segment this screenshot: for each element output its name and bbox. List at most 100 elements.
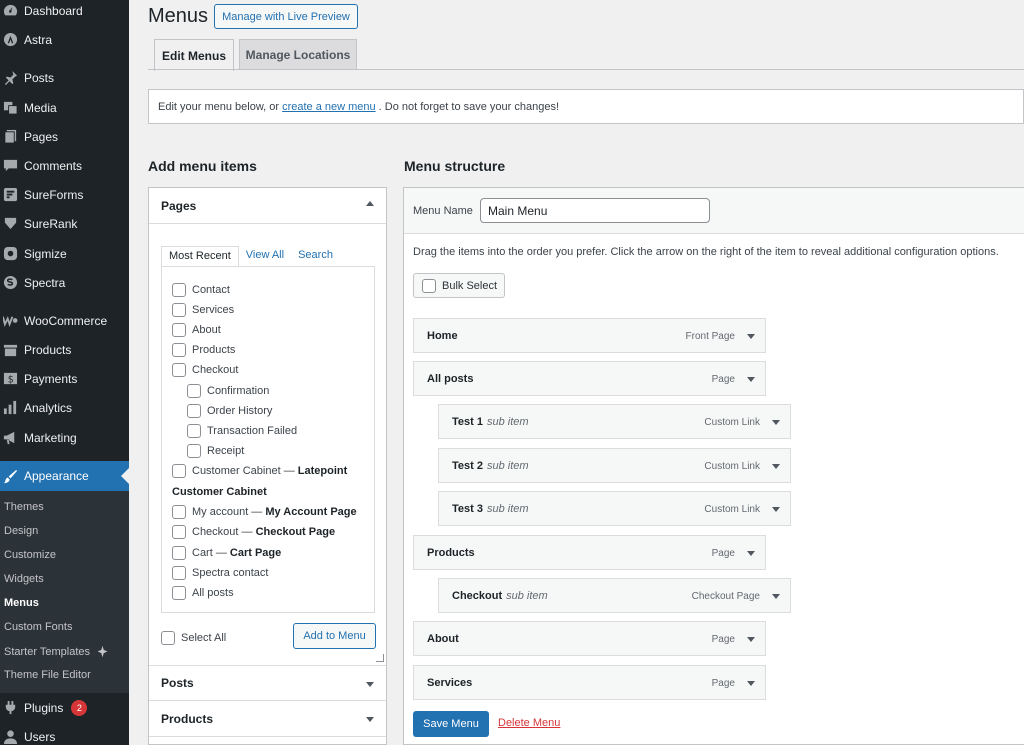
pages-tabs: Most Recent View All Search — [161, 246, 340, 267]
posts-accordion-header[interactable]: Posts — [149, 665, 386, 701]
menu-item-home[interactable]: Home Front Page — [413, 318, 766, 353]
item-toggle-arrow-icon[interactable] — [772, 420, 780, 425]
item-toggle-arrow-icon[interactable] — [747, 377, 755, 382]
page-checkbox[interactable] — [187, 444, 201, 458]
menu-item-type: Custom Link — [704, 461, 760, 472]
bulk-select-button[interactable]: Bulk Select — [413, 273, 505, 298]
sidebar-item-label: Posts — [24, 70, 55, 85]
menu-item-type: Page — [711, 548, 735, 559]
sidebar-item-posts[interactable]: Posts — [0, 63, 129, 92]
sidebar-item-marketing[interactable]: Marketing — [0, 423, 129, 452]
page-checkbox[interactable] — [172, 525, 186, 539]
submenu-theme-file-editor[interactable]: Theme File Editor — [4, 669, 91, 681]
page-checkbox[interactable] — [187, 384, 201, 398]
sidebar-item-appearance[interactable]: Appearance — [0, 461, 129, 491]
item-toggle-arrow-icon[interactable] — [747, 334, 755, 339]
menu-item-products[interactable]: Products Page — [413, 535, 766, 570]
pages-icon — [2, 129, 18, 145]
menu-item-test-1[interactable]: Test 1 sub item Custom Link — [438, 404, 791, 439]
edit-notice: Edit your menu below, or create a new me… — [148, 89, 1024, 124]
tab-most-recent[interactable]: Most Recent — [161, 246, 239, 267]
sidebar-item-payments[interactable]: $ Payments — [0, 364, 129, 393]
add-menu-items-heading: Add menu items — [148, 158, 257, 174]
sidebar-item-analytics[interactable]: Analytics — [0, 393, 129, 422]
sidebar-item-label: Spectra — [24, 275, 66, 290]
add-to-menu-button[interactable]: Add to Menu — [293, 623, 376, 649]
submenu-starter-templates[interactable]: Starter Templates — [4, 645, 109, 658]
menu-item-title: Test 2 sub item — [452, 460, 529, 472]
page-checkbox[interactable] — [172, 323, 186, 337]
page-checkbox[interactable] — [172, 505, 186, 519]
sidebar-item-products[interactable]: Products — [0, 335, 129, 364]
sidebar-item-spectra[interactable]: Spectra — [0, 268, 129, 297]
item-toggle-arrow-icon[interactable] — [772, 507, 780, 512]
tab-manage-locations[interactable]: Manage Locations — [239, 39, 357, 70]
page-checkbox[interactable] — [172, 283, 186, 297]
page-checkbox[interactable] — [172, 343, 186, 357]
page-checkbox[interactable] — [172, 546, 186, 560]
brush-icon — [2, 468, 18, 484]
resize-handle-icon[interactable] — [376, 654, 384, 662]
page-checkbox[interactable] — [172, 363, 186, 377]
submenu-customize[interactable]: Customize — [4, 549, 56, 561]
sidebar-item-astra[interactable]: Astra — [0, 25, 129, 54]
create-new-menu-link[interactable]: create a new menu — [282, 101, 376, 113]
sidebar-item-pages[interactable]: Pages — [0, 122, 129, 151]
menu-item-all-posts[interactable]: All posts Page — [413, 361, 766, 396]
bulk-select-checkbox[interactable] — [422, 278, 436, 293]
sidebar-item-label: Media — [24, 100, 57, 115]
page-checkbox[interactable] — [172, 303, 186, 317]
appearance-submenu: Themes Design Customize Widgets Menus Cu… — [0, 491, 129, 693]
page-checkbox[interactable] — [187, 404, 201, 418]
sidebar-item-label: Sigmize — [24, 246, 67, 261]
menu-name-input[interactable] — [480, 198, 710, 223]
menu-item-checkout[interactable]: Checkout sub item Checkout Page — [438, 578, 791, 613]
sidebar-item-sureforms[interactable]: SureForms — [0, 180, 129, 209]
sidebar-item-users[interactable]: Users — [0, 722, 129, 745]
tab-view-all[interactable]: View All — [239, 246, 291, 267]
menu-item-services[interactable]: Services Page — [413, 665, 766, 700]
tab-edit-menus[interactable]: Edit Menus — [154, 39, 234, 71]
menu-item-about[interactable]: About Page — [413, 621, 766, 656]
item-toggle-arrow-icon[interactable] — [747, 637, 755, 642]
item-toggle-arrow-icon[interactable] — [772, 464, 780, 469]
menu-item-type: Page — [711, 678, 735, 689]
submenu-menus[interactable]: Menus — [4, 597, 39, 609]
submenu-design[interactable]: Design — [4, 525, 38, 537]
pages-accordion-header[interactable]: Pages — [149, 188, 386, 224]
live-preview-button[interactable]: Manage with Live Preview — [214, 4, 358, 29]
tab-search[interactable]: Search — [291, 246, 340, 267]
submenu-widgets[interactable]: Widgets — [4, 573, 44, 585]
save-menu-button[interactable]: Save Menu — [413, 711, 489, 737]
page-checkbox[interactable] — [187, 424, 201, 438]
select-all-checkbox[interactable] — [161, 631, 175, 645]
notice-text-end: . Do not forget to save your changes! — [378, 100, 560, 113]
users-icon — [2, 729, 18, 745]
page-label: About — [192, 324, 221, 336]
accordion-title: Pages — [161, 198, 197, 213]
products-accordion-header[interactable]: Products — [149, 701, 386, 737]
item-toggle-arrow-icon[interactable] — [747, 681, 755, 686]
page-checkbox[interactable] — [172, 464, 186, 478]
sidebar-item-sigmize[interactable]: Sigmize — [0, 239, 129, 268]
sidebar-item-surerank[interactable]: SureRank — [0, 209, 129, 238]
sidebar-item-media[interactable]: Media — [0, 93, 129, 122]
sidebar-item-woocommerce[interactable]: WooCommerce — [0, 306, 129, 335]
item-toggle-arrow-icon[interactable] — [772, 594, 780, 599]
page-checkbox[interactable] — [172, 586, 186, 600]
sidebar-item-comments[interactable]: Comments — [0, 151, 129, 180]
page-label: Cart — Cart Page — [192, 547, 282, 559]
sidebar-item-plugins[interactable]: Plugins 2 — [0, 693, 129, 722]
media-icon — [2, 100, 18, 116]
sidebar-item-label: WooCommerce — [24, 313, 108, 328]
item-toggle-arrow-icon[interactable] — [747, 551, 755, 556]
submenu-custom-fonts[interactable]: Custom Fonts — [4, 621, 72, 633]
menu-item-test-2[interactable]: Test 2 sub item Custom Link — [438, 448, 791, 483]
page-checkbox[interactable] — [172, 566, 186, 580]
page-label: Services — [192, 304, 235, 316]
delete-menu-link[interactable]: Delete Menu — [498, 717, 560, 729]
plug-icon — [2, 700, 18, 716]
sidebar-item-dashboard[interactable]: Dashboard — [0, 0, 129, 25]
menu-item-test-3[interactable]: Test 3 sub item Custom Link — [438, 491, 791, 526]
submenu-themes[interactable]: Themes — [4, 501, 44, 513]
